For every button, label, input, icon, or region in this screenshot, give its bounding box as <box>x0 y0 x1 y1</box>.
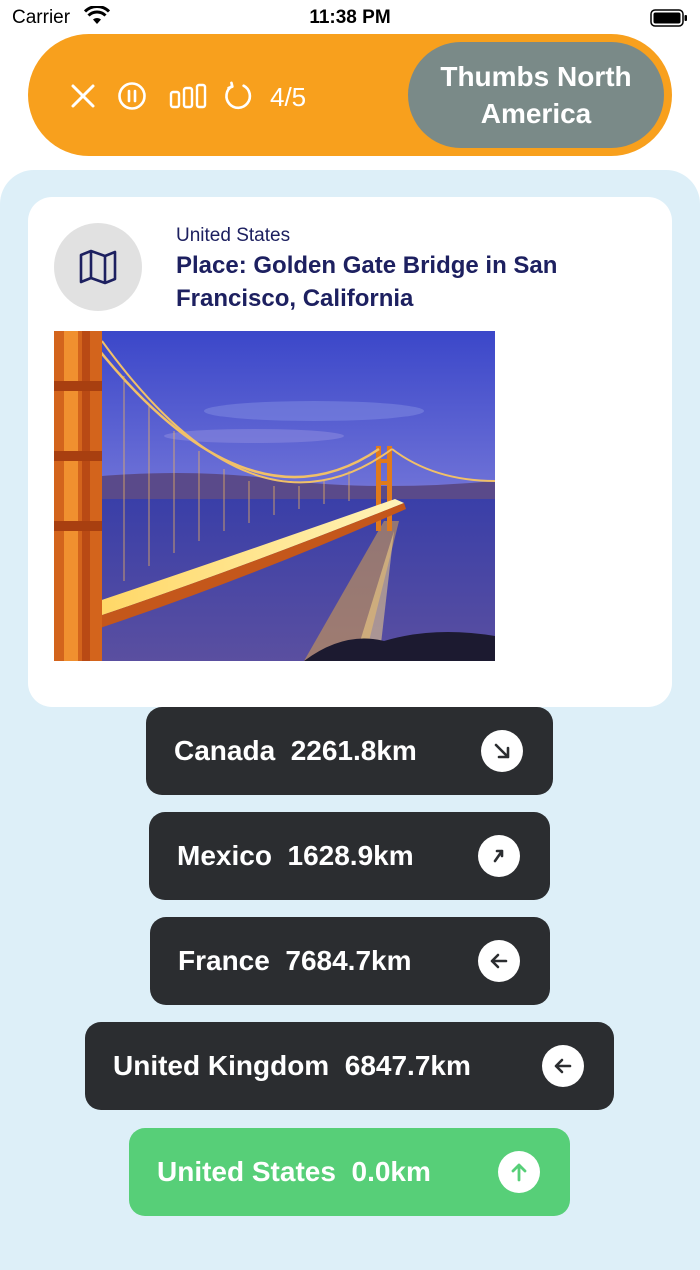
status-bar: Carrier 11:38 PM <box>0 0 700 36</box>
guess-country: United Kingdom 6847.7km <box>113 1050 471 1081</box>
clue-place: Place: Golden Gate Bridge in San Francis… <box>176 252 558 312</box>
stats-icon[interactable] <box>169 81 207 111</box>
guess-row: Mexico 1628.9km <box>149 812 550 900</box>
guess-country: Mexico 1628.9km <box>177 840 414 871</box>
south-east-arrow-icon <box>481 730 523 772</box>
game-header: 4/5 Thumbs North America <box>28 34 672 156</box>
guess-row: United Kingdom 6847.7km <box>85 1022 614 1110</box>
map-icon[interactable] <box>54 223 142 311</box>
round-counter: 4/5 <box>270 82 307 112</box>
west-arrow-icon <box>542 1045 584 1087</box>
restart-icon[interactable] <box>223 81 253 111</box>
pause-icon[interactable] <box>117 81 147 111</box>
clue-country: United States <box>176 225 291 246</box>
game-mode-button[interactable]: Thumbs North America <box>408 42 664 148</box>
guess-distance: 0.0km <box>351 1156 431 1187</box>
guess-row-correct: United States 0.0km <box>129 1128 570 1216</box>
close-icon[interactable] <box>68 81 98 111</box>
battery-icon <box>650 9 687 27</box>
guess-row: France 7684.7km <box>150 917 550 1005</box>
west-arrow-icon <box>478 940 520 982</box>
north-arrow-icon <box>498 1151 540 1193</box>
guess-country: Canada 2261.8km <box>174 735 417 766</box>
clue-card: United States Place: Golden Gate Bridge … <box>28 197 672 707</box>
guess-distance: 2261.8km <box>290 735 417 766</box>
guess-distance: 1628.9km <box>287 840 414 871</box>
game-mode-label: Thumbs North America <box>440 61 632 129</box>
guess-distance: 6847.7km <box>344 1050 471 1081</box>
north-east-arrow-icon <box>478 835 520 877</box>
guess-row: Canada 2261.8km <box>146 707 553 795</box>
guess-country: United States 0.0km <box>157 1156 431 1187</box>
guess-distance: 7684.7km <box>285 945 412 976</box>
clock: 11:38 PM <box>309 7 391 28</box>
guess-country: France 7684.7km <box>178 945 412 976</box>
golden-gate-bridge-photo <box>54 331 495 661</box>
